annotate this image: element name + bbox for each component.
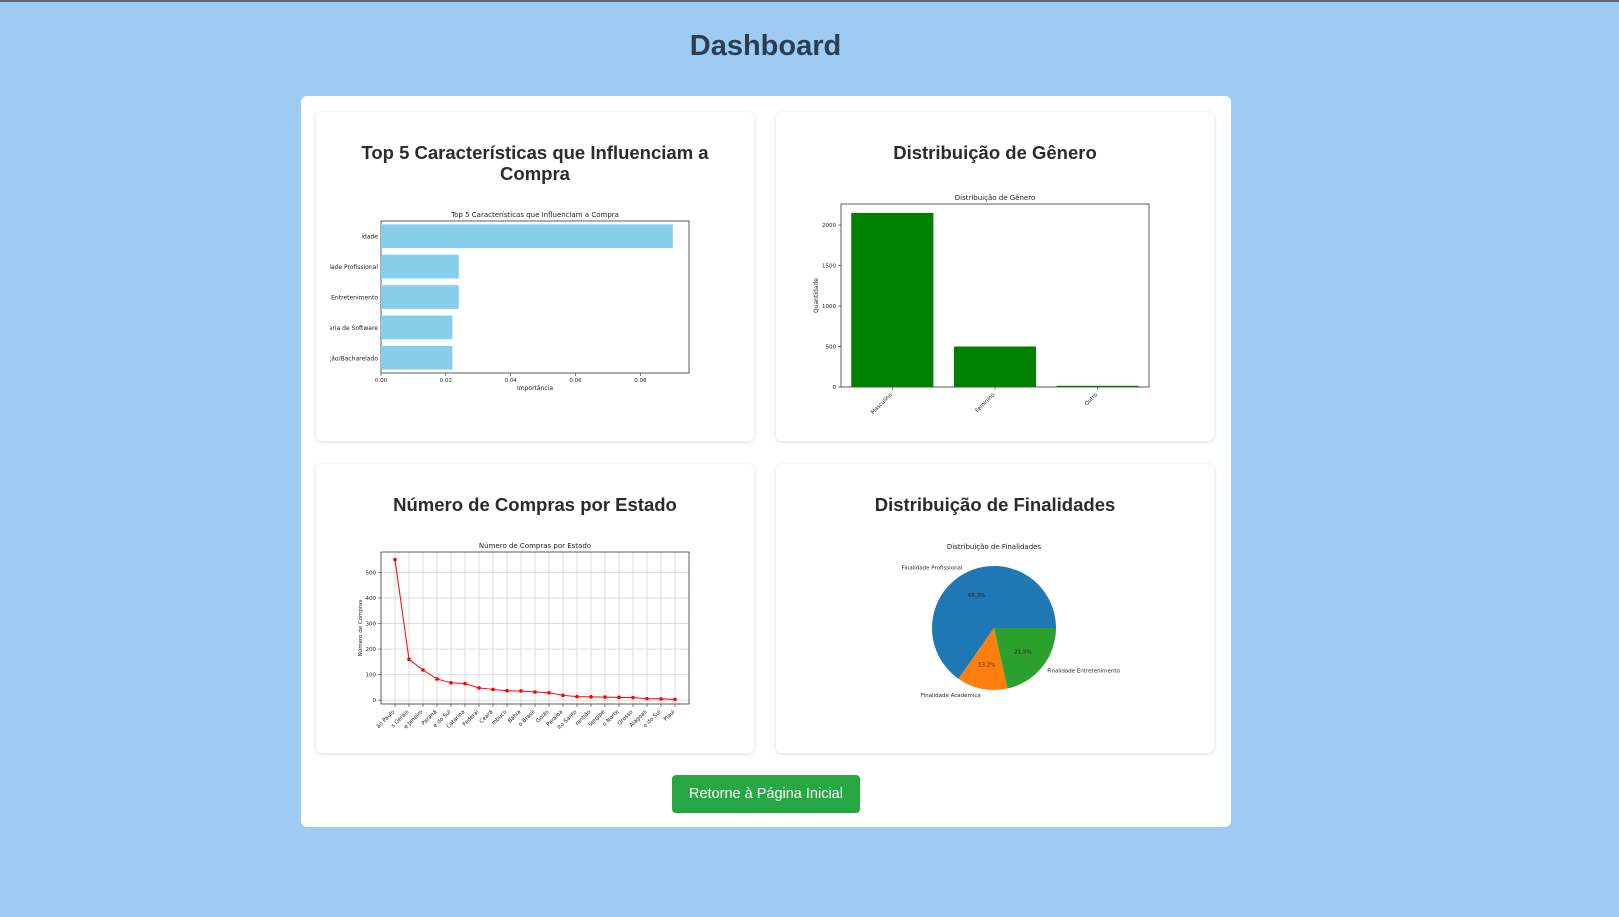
bar xyxy=(381,285,459,309)
x-tick-label: Feminino xyxy=(974,392,996,414)
x-tick-label: 0.06 xyxy=(569,378,582,384)
data-point xyxy=(575,694,579,699)
y-tick-label: 200 xyxy=(366,647,377,653)
y-tick-label: 500 xyxy=(366,570,377,576)
pie-label: Finalidade Profissional xyxy=(902,566,963,572)
return-home-button[interactable]: Retorne à Página Inicial xyxy=(672,775,860,813)
data-point xyxy=(603,695,607,699)
x-axis-label: Importância xyxy=(517,385,553,392)
states-chart: Número de Compras por Estado 0 100 200 300 40… xyxy=(357,542,690,731)
states-card: Número de Compras por Estado Número de C… xyxy=(316,464,754,753)
pie-label: Finalidade Entretenimento xyxy=(1047,669,1120,675)
y-tick-label: 500 xyxy=(826,345,837,351)
y-tick-label: 0 xyxy=(833,385,837,391)
pie-pct-label: 21.5% xyxy=(1014,649,1031,655)
features-chart: Top 5 Características que Influenciam a … xyxy=(325,211,690,392)
dashboard-container: Top 5 Características que Influenciam a … xyxy=(301,96,1231,827)
x-tick-label: Piauí xyxy=(662,708,677,723)
x-tick-label: mbuco xyxy=(491,709,509,727)
purposes-card: Distribuição de Finalidades Distribuição… xyxy=(776,464,1214,753)
x-tick-label: 0.08 xyxy=(634,378,647,384)
y-tick-label: 2000 xyxy=(822,223,836,229)
data-point xyxy=(645,696,649,701)
data-point xyxy=(631,695,635,700)
x-tick-label: 0.02 xyxy=(440,378,452,384)
pie-pct-label: 65.3% xyxy=(968,593,985,599)
pie-pct-label: 13.2% xyxy=(978,662,995,668)
data-point xyxy=(393,557,397,562)
page-title: Dashboard xyxy=(689,30,842,62)
y-axis-label: Quantidade xyxy=(813,278,820,313)
pie-label: Finalidade Acadêmica xyxy=(921,692,981,699)
data-point xyxy=(491,687,495,692)
data-point xyxy=(659,697,663,701)
data-point xyxy=(589,695,593,699)
x-tick-label: 0.00 xyxy=(375,378,388,384)
data-point xyxy=(449,680,453,685)
bar xyxy=(851,212,934,387)
bar xyxy=(381,345,453,370)
data-point xyxy=(561,693,565,698)
gender-chart: Distribuição de Gênero Masculino Feminino O… xyxy=(813,194,1150,416)
data-point xyxy=(505,688,509,693)
y-tick-label: 1500 xyxy=(822,264,836,270)
chart-title: Distribuição de Gênero xyxy=(955,194,1035,202)
chart-title: Top 5 Características que Influenciam a … xyxy=(450,211,619,219)
y-tick-label: 0 xyxy=(373,698,377,704)
data-point xyxy=(533,690,537,694)
data-point xyxy=(463,681,467,686)
bar xyxy=(381,224,673,249)
y-tick-label: 300 xyxy=(366,622,377,628)
y-tick-label: e Entretenimento xyxy=(326,295,379,302)
bar xyxy=(381,254,459,279)
purposes-chart: Distribuição de Finalidades 65.3% Finalida… xyxy=(902,543,1121,699)
y-tick-label: 100 xyxy=(366,673,377,679)
data-point xyxy=(407,657,411,662)
y-tick-label: 400 xyxy=(366,596,377,602)
y-tick-label: eria de Software xyxy=(329,325,379,332)
data-point xyxy=(435,677,439,681)
bar xyxy=(1056,385,1139,387)
y-tick-label: ção/Bacharelado xyxy=(328,355,378,362)
x-tick-label: Masculino xyxy=(870,392,894,416)
data-point xyxy=(547,690,551,695)
data-point xyxy=(673,697,677,702)
chart-title: Distribuição de Finalidades xyxy=(947,543,1042,551)
y-tick-label: 1000 xyxy=(822,304,836,310)
chart-title: Número de Compras por Estado xyxy=(479,542,591,550)
data-point xyxy=(617,695,621,700)
features-card: Top 5 Características que Influenciam a … xyxy=(316,112,754,441)
x-tick-label: 0.04 xyxy=(505,378,518,384)
y-axis-label: Número de Compras xyxy=(357,599,364,656)
gender-card: Distribuição de Gênero Distribuição de G… xyxy=(776,112,1214,441)
x-tick-label: Outro xyxy=(1084,392,1100,408)
bar xyxy=(953,346,1037,387)
data-point xyxy=(421,668,425,672)
data-point xyxy=(519,689,523,693)
bar xyxy=(381,315,453,340)
y-tick-label: idade xyxy=(361,234,378,241)
data-point xyxy=(477,686,481,690)
y-tick-label: idade Profissional xyxy=(325,264,378,271)
